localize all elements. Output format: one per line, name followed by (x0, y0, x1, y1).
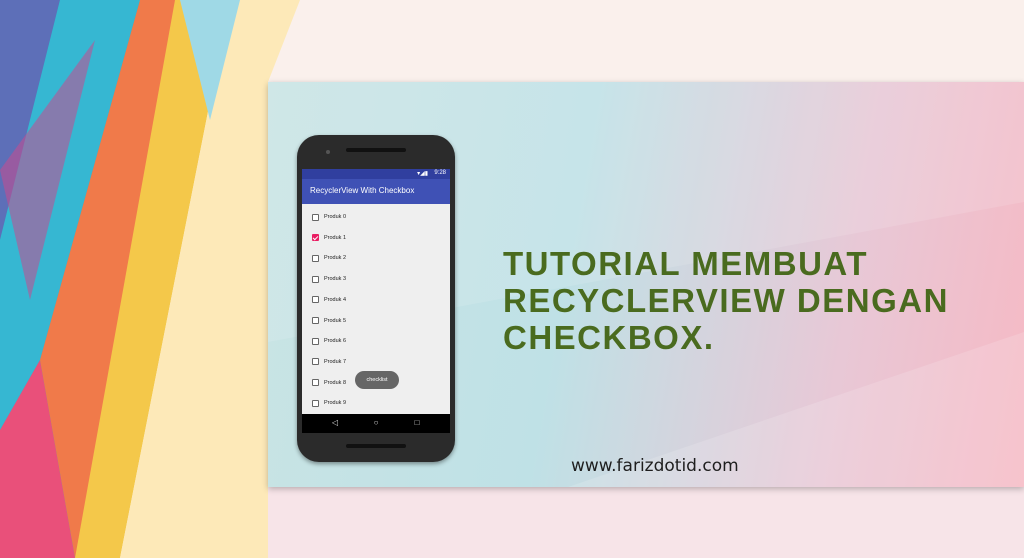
checkbox[interactable] (312, 399, 319, 407)
list-item[interactable]: Produk 8 (312, 376, 346, 390)
list-item[interactable]: Produk 2 (312, 251, 346, 265)
checkbox-checked[interactable] (312, 234, 319, 242)
checkbox[interactable] (312, 275, 319, 283)
item-label: Produk 8 (324, 379, 347, 386)
phone-mockup: ▾◢▮ 9:28 RecyclerView With Checkbox Prod… (297, 135, 455, 462)
headline-line-3: CHECKBOX. (503, 319, 715, 356)
headline-line-1: TUTORIAL MEMBUAT (503, 245, 868, 282)
item-label: Produk 3 (324, 276, 347, 283)
app-bar: RecyclerView With Checkbox (302, 179, 450, 204)
status-time: 9:28 (434, 170, 446, 176)
front-camera (326, 150, 330, 154)
website-url: www.farizdotid.com (571, 456, 739, 476)
item-label: Produk 7 (324, 358, 347, 365)
phone-screen: ▾◢▮ 9:28 RecyclerView With Checkbox Prod… (302, 169, 450, 433)
checkbox[interactable] (312, 254, 319, 262)
item-label: Produk 5 (324, 317, 347, 324)
item-label: Produk 6 (324, 338, 347, 345)
headline-line-2: RECYCLERVIEW DENGAN (503, 282, 949, 319)
list-item[interactable]: Produk 6 (312, 334, 346, 348)
list-item[interactable]: Produk 0 (312, 210, 346, 224)
toast-message: checklist (355, 371, 399, 389)
checkbox[interactable] (312, 358, 319, 366)
signal-battery-icon: ▾◢▮ (417, 171, 428, 177)
home-icon[interactable]: ○ (369, 417, 383, 429)
back-icon[interactable]: ◁ (328, 417, 342, 429)
list-item[interactable]: Produk 1 (312, 231, 346, 245)
item-label: Produk 9 (324, 400, 347, 407)
app-title: RecyclerView With Checkbox (310, 186, 415, 195)
item-label: Produk 1 (324, 234, 347, 241)
checkbox[interactable] (312, 213, 319, 221)
recents-icon[interactable]: □ (410, 417, 424, 429)
headline: TUTORIAL MEMBUAT RECYCLERVIEW DENGAN CHE… (503, 245, 983, 356)
list-item[interactable]: Produk 5 (312, 314, 346, 328)
status-bar: ▾◢▮ 9:28 (302, 169, 450, 179)
checkbox[interactable] (312, 317, 319, 324)
item-label: Produk 2 (324, 255, 347, 262)
top-speaker (346, 148, 406, 152)
checkbox[interactable] (312, 337, 319, 345)
list-item[interactable]: Produk 7 (312, 355, 346, 369)
list-item[interactable]: Produk 4 (312, 293, 346, 307)
navigation-bar: ◁ ○ □ (302, 414, 450, 433)
item-label: Produk 0 (324, 214, 347, 220)
list-item[interactable]: Produk 3 (312, 272, 346, 286)
list-item[interactable]: Produk 9 (312, 396, 346, 410)
bottom-speaker (346, 444, 406, 448)
checkbox[interactable] (312, 296, 319, 304)
checkbox[interactable] (312, 379, 319, 387)
item-label: Produk 4 (324, 296, 347, 303)
